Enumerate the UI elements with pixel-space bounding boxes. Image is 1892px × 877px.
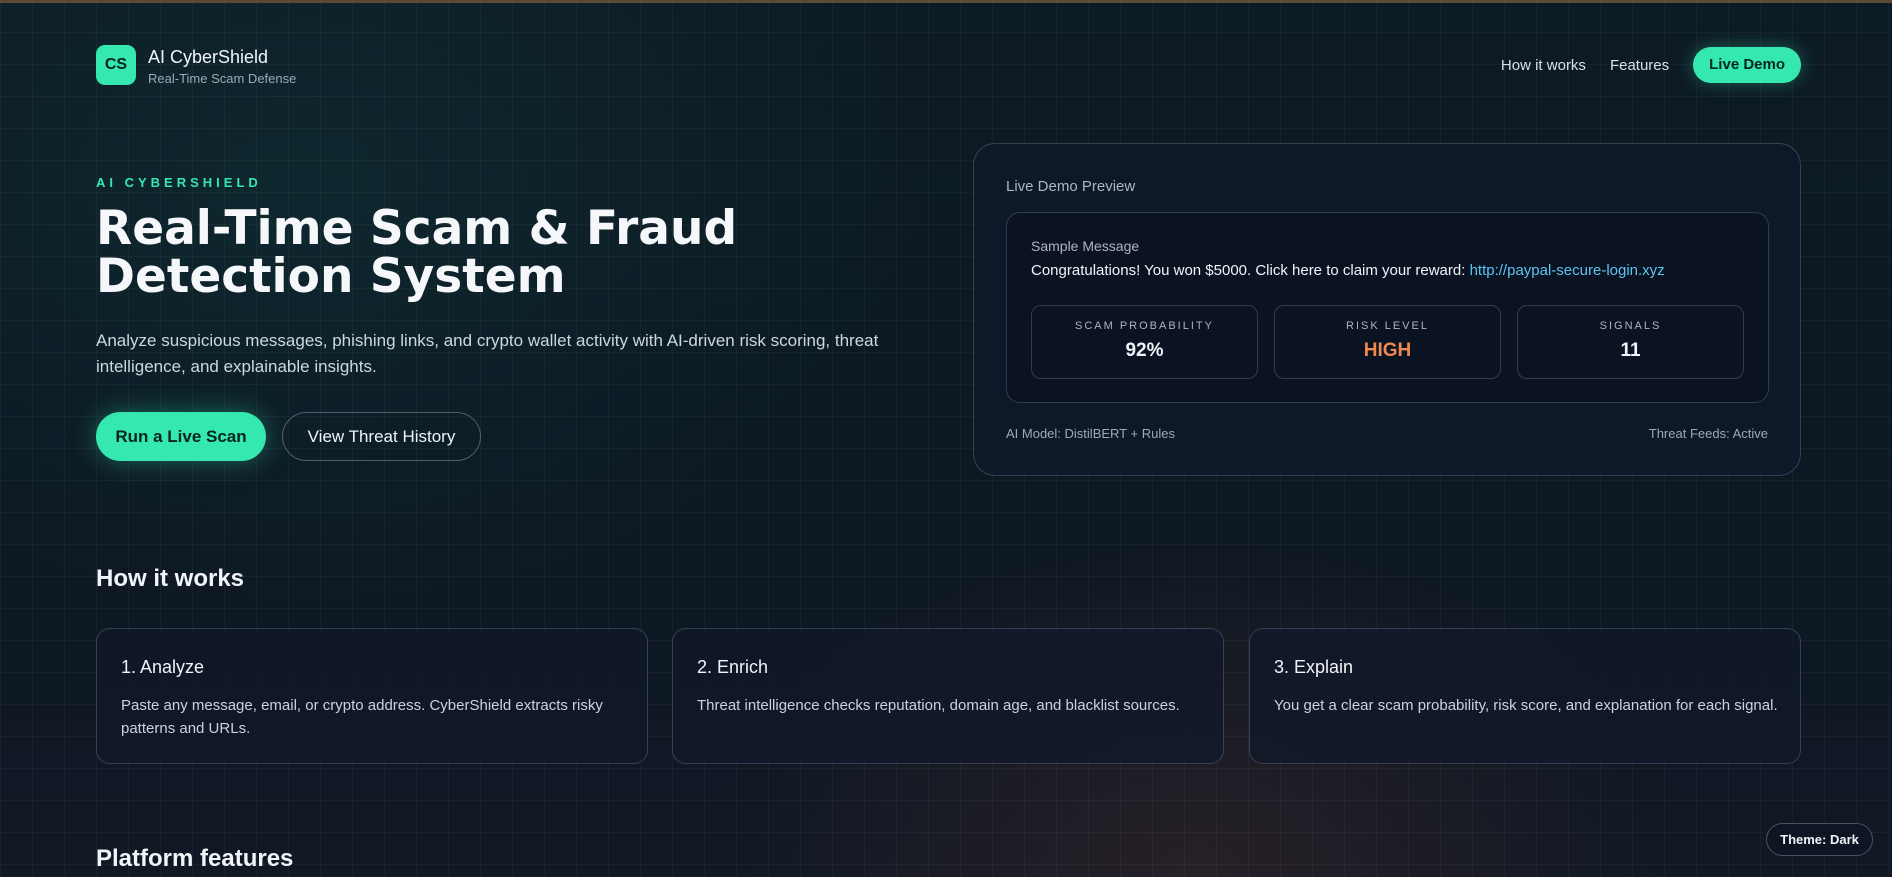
stat-label: RISK LEVEL bbox=[1346, 320, 1429, 332]
step-title: 3. Explain bbox=[1274, 657, 1354, 677]
sample-message-text: Congratulations! You won $5000. Click he… bbox=[1031, 262, 1665, 279]
logo[interactable]: CS bbox=[96, 45, 136, 85]
nav-how-it-works[interactable]: How it works bbox=[1501, 57, 1586, 74]
ai-model-info: AI Model: DistilBERT + Rules bbox=[1006, 426, 1175, 441]
hero-eyebrow: AI CYBERSHIELD bbox=[96, 175, 262, 190]
sample-message-box: Sample Message Congratulations! You won … bbox=[1006, 212, 1769, 403]
stat-label: SCAM PROBABILITY bbox=[1075, 320, 1214, 332]
threat-feeds-status: Threat Feeds: Active bbox=[1648, 426, 1768, 441]
hero-title: Real-Time Scam & Fraud Detection System bbox=[96, 201, 738, 304]
brand-name[interactable]: AI CyberShield bbox=[148, 47, 268, 68]
sample-message-link[interactable]: http://paypal-secure-login.xyz bbox=[1470, 262, 1665, 279]
live-demo-button[interactable]: Live Demo bbox=[1693, 47, 1801, 83]
platform-features-title: Platform features bbox=[96, 845, 294, 872]
stat-value: HIGH bbox=[1363, 340, 1412, 361]
nav-features[interactable]: Features bbox=[1610, 57, 1669, 74]
site-header: CS AI CyberShield Real-Time Scam Defense… bbox=[96, 45, 1801, 86]
theme-toggle-button[interactable]: Theme: Dark bbox=[1766, 823, 1873, 856]
step-description: You get a clear scam probability, risk s… bbox=[1274, 697, 1778, 714]
brand-tagline: Real-Time Scam Defense bbox=[148, 71, 297, 86]
step-card-enrich: 2. Enrich Threat intelligence checks rep… bbox=[672, 628, 1224, 764]
stat-value: 11 bbox=[1620, 340, 1641, 361]
step-description: Threat intelligence checks reputation, d… bbox=[697, 697, 1180, 714]
how-it-works-title: How it works bbox=[96, 565, 245, 592]
step-description: Paste any message, email, or crypto addr… bbox=[121, 697, 603, 737]
sample-message-body: Congratulations! You won $5000. Click he… bbox=[1031, 262, 1470, 279]
demo-card-title: Live Demo Preview bbox=[1006, 178, 1136, 195]
live-demo-card: Live Demo Preview Sample Message Congrat… bbox=[973, 143, 1801, 476]
run-live-scan-button[interactable]: Run a Live Scan bbox=[96, 412, 266, 461]
page: CS AI CyberShield Real-Time Scam Defense… bbox=[96, 0, 1801, 877]
main-nav: How it works Features Live Demo bbox=[1501, 47, 1801, 83]
stat-signals: SIGNALS 11 bbox=[1517, 305, 1744, 379]
step-card-analyze: 1. Analyze Paste any message, email, or … bbox=[96, 628, 648, 764]
step-title: 2. Enrich bbox=[697, 657, 769, 677]
stat-value: 92% bbox=[1125, 340, 1164, 361]
stat-label: SIGNALS bbox=[1599, 320, 1662, 332]
step-card-explain: 3. Explain You get a clear scam probabil… bbox=[1249, 628, 1801, 764]
stat-risk-level: RISK LEVEL HIGH bbox=[1274, 305, 1501, 379]
hero-description: Analyze suspicious messages, phishing li… bbox=[96, 331, 879, 376]
view-threat-history-button[interactable]: View Threat History bbox=[282, 412, 481, 461]
sample-message-label: Sample Message bbox=[1031, 238, 1140, 254]
stat-scam-probability: SCAM PROBABILITY 92% bbox=[1031, 305, 1258, 379]
step-title: 1. Analyze bbox=[121, 657, 205, 677]
